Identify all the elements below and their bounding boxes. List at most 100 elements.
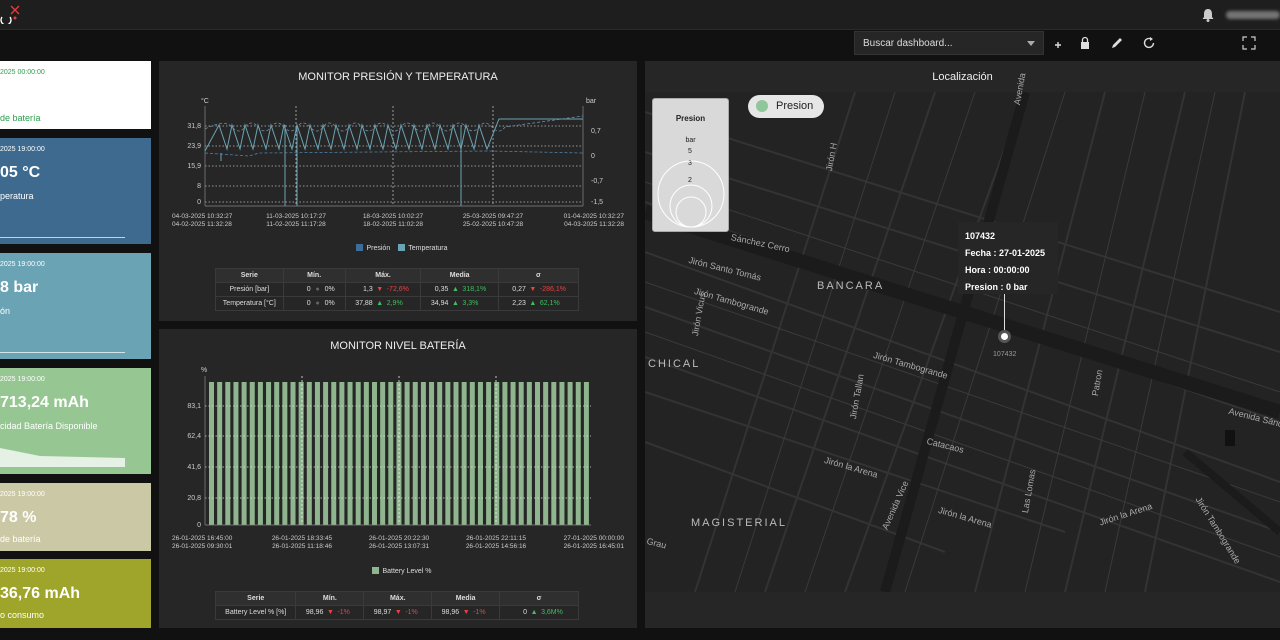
stat-value: 98,97	[373, 609, 392, 616]
battery-bar[interactable]	[486, 382, 492, 525]
battery-bar[interactable]	[583, 382, 589, 525]
bell-icon[interactable]	[1200, 7, 1216, 23]
app-logo-icon[interactable]	[0, 4, 22, 24]
battery-bar[interactable]	[225, 382, 231, 525]
battery-bar[interactable]	[420, 382, 426, 525]
battery-bar[interactable]	[209, 382, 214, 525]
battery-bar[interactable]	[567, 382, 573, 525]
battery-bar[interactable]	[575, 382, 581, 525]
battery-bar[interactable]	[526, 382, 532, 525]
battery-bar[interactable]	[241, 382, 247, 525]
table-header: σ	[499, 591, 579, 606]
kpi-card[interactable]: 2025 00:00:00 de batería	[0, 61, 151, 129]
legend-label[interactable]: Battery Level %	[382, 568, 431, 575]
add-icon[interactable]	[1051, 36, 1065, 50]
battery-bar[interactable]	[477, 382, 483, 525]
battery-bar[interactable]	[363, 382, 369, 525]
battery-bar[interactable]	[535, 382, 540, 525]
battery-bar[interactable]	[217, 382, 223, 525]
battery-bar[interactable]	[380, 382, 386, 525]
popup-hora: Hora : 00:00:00	[965, 265, 1030, 275]
battery-bar[interactable]	[469, 382, 475, 525]
stat-cell: 2,23 ▲ 62,1%	[497, 296, 580, 311]
battery-bar[interactable]	[445, 382, 451, 525]
kpi-timestamp: 2025 19:00:00	[0, 491, 45, 498]
battery-bar[interactable]	[559, 382, 565, 525]
battery-bar[interactable]	[388, 382, 394, 525]
trend-down-icon: ▼	[394, 609, 402, 616]
battery-bar[interactable]	[518, 382, 524, 525]
battery-bar[interactable]	[347, 382, 353, 525]
x-tick-label: 26-01-2025 20:22:30	[369, 535, 430, 542]
battery-bar[interactable]	[355, 382, 361, 525]
battery-bar[interactable]	[331, 382, 337, 525]
table-header: Máx.	[344, 268, 422, 283]
stat-cell: 1,3 ▼ -72,6%	[344, 282, 422, 297]
kpi-card[interactable]: 2025 19:00:00 05 °C peratura	[0, 138, 151, 244]
battery-bar[interactable]	[233, 382, 239, 525]
lock-icon[interactable]	[1078, 36, 1092, 50]
battery-bar[interactable]	[453, 382, 459, 525]
y-tick: 20,8	[187, 495, 201, 502]
legend-label[interactable]: Presión	[366, 245, 390, 252]
kpi-card[interactable]: 2025 19:00:00 8 bar ón	[0, 253, 151, 359]
kpi-card[interactable]: 2025 19:00:00 78 % de batería	[0, 483, 151, 551]
stat-value: 34,94	[430, 300, 449, 307]
battery-bar[interactable]	[339, 382, 345, 525]
kpi-card[interactable]: 2025 19:00:00 713,24 mAh cidad Batería Dis…	[0, 368, 151, 474]
fullscreen-icon[interactable]	[1242, 36, 1256, 50]
legend-swatch	[356, 244, 364, 251]
battery-bar[interactable]	[298, 382, 304, 525]
dashboard-search-select[interactable]: Buscar dashboard...	[854, 31, 1044, 55]
stats-table: Serie Mín. Máx. Media σ Battery Level % [%] 98…	[214, 591, 579, 620]
layer-dot-icon	[756, 100, 768, 112]
layer-toggle-presion[interactable]: Presion	[748, 95, 824, 118]
battery-bar[interactable]	[404, 382, 410, 525]
x-tick-label: 26-01-2025 16:45:01	[564, 543, 625, 550]
y-tick: 0	[197, 522, 201, 529]
table-header: Serie	[214, 591, 297, 606]
kpi-timestamp: 2025 19:00:00	[0, 261, 45, 268]
battery-bar[interactable]	[323, 382, 329, 525]
battery-bar[interactable]	[372, 382, 377, 525]
kpi-label: de batería	[0, 113, 41, 123]
x-tick-label: 04-03-2025 10:32:27	[172, 213, 233, 220]
battery-bar[interactable]	[314, 382, 320, 525]
battery-bar[interactable]	[274, 382, 280, 525]
battery-bar[interactable]	[543, 382, 549, 525]
edit-icon[interactable]	[1110, 36, 1124, 50]
battery-bar[interactable]	[290, 382, 296, 525]
kpi-card[interactable]: 2025 19:00:00 36,76 mAh o consumo	[0, 559, 151, 628]
battery-bar[interactable]	[412, 382, 418, 525]
pressure-mean-line	[204, 150, 584, 157]
battery-bar[interactable]	[461, 382, 467, 525]
battery-bar[interactable]	[437, 382, 443, 525]
battery-bar[interactable]	[266, 382, 272, 525]
kpi-label: o consumo	[0, 610, 45, 620]
x-tick-label: 25-03-2025 09:47:27	[463, 213, 524, 220]
battery-bar[interactable]	[510, 382, 516, 525]
marker-label: 107432	[993, 351, 1017, 358]
stat-value: 1,3	[362, 286, 373, 293]
y-tick: 83,1	[187, 403, 201, 410]
y-tick-left: 8	[197, 183, 201, 190]
y-tick-left: 31,8	[187, 123, 201, 130]
location-marker-icon[interactable]	[998, 330, 1011, 343]
refresh-icon[interactable]	[1142, 36, 1156, 50]
battery-bar[interactable]	[282, 382, 288, 525]
battery-bar[interactable]	[306, 382, 312, 525]
user-name[interactable]	[1226, 11, 1280, 19]
legend-label[interactable]: Temperatura	[408, 245, 447, 252]
battery-bar[interactable]	[502, 382, 508, 525]
battery-bar[interactable]	[494, 382, 500, 525]
battery-level-chart[interactable]: %83,162,441,620,8026-01-2025 16:45:0026-…	[159, 329, 637, 559]
battery-bar[interactable]	[429, 382, 435, 525]
battery-bar[interactable]	[249, 382, 255, 525]
battery-bar[interactable]	[257, 382, 263, 525]
y-tick-left: 0	[197, 199, 201, 206]
pressure-temperature-chart[interactable]: °C bar 31,8 23,9 15,9 8 0 0,7 0 -0,7 -1,5 04-03-202…	[159, 61, 637, 261]
series-name: Battery Level % [%]	[214, 605, 297, 620]
table-header: Mín.	[295, 591, 365, 606]
battery-bar[interactable]	[551, 382, 557, 525]
pressure-series-line[interactable]	[204, 115, 584, 132]
